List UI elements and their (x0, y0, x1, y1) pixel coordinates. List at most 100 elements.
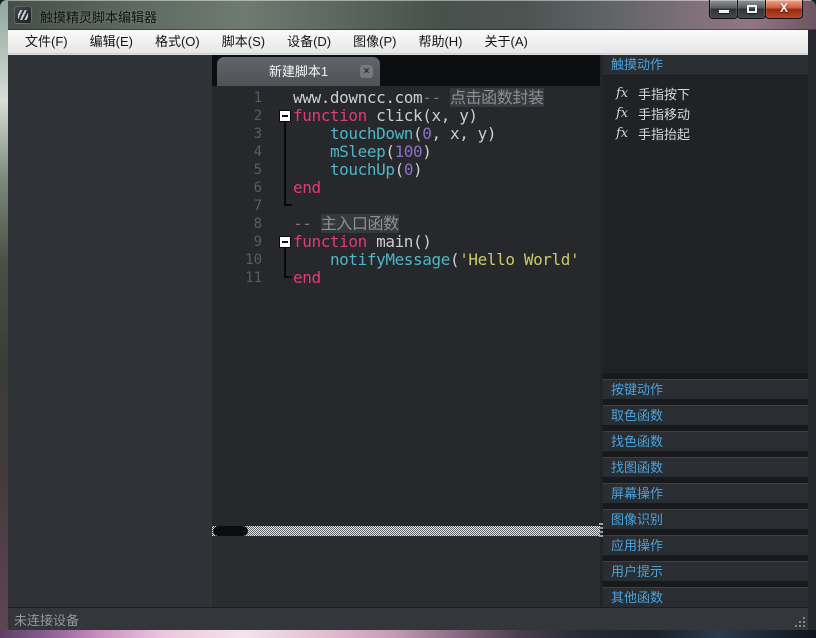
code-line-6[interactable]: 6 end (212, 179, 600, 197)
tab-close-icon[interactable]: × (360, 65, 373, 78)
sidebar-panel-header-2[interactable]: 找色函数 (603, 431, 808, 451)
menu-item-6[interactable]: 帮助(H) (407, 30, 473, 53)
function-fx-icon: fx (616, 126, 638, 141)
code-area[interactable]: 1www.downcc.com-- 点击函数封装2 function click(… (212, 86, 600, 524)
resize-grip-icon[interactable] (803, 625, 805, 627)
token-plain: click(x, y) (367, 106, 478, 125)
menu-item-0[interactable]: 文件(F) (14, 30, 79, 53)
sidebar-function-item-2[interactable]: fx手指抬起 (603, 123, 808, 143)
token-number: 0 (404, 160, 413, 179)
function-item-label: 手指移动 (638, 104, 690, 123)
token-plain (293, 142, 330, 161)
line-number: 4 (212, 144, 278, 160)
line-number: 5 (212, 162, 278, 178)
minimize-button[interactable] (709, 0, 738, 19)
close-button[interactable]: X (765, 0, 803, 19)
main-content: 新建脚本1 × 1www.downcc.com-- 点击函数封装2 functio… (8, 54, 808, 607)
line-number: 2 (212, 108, 278, 124)
code-line-3[interactable]: 3 touchDown(0, x, y) (212, 125, 600, 143)
menu-item-7[interactable]: 关于(A) (474, 30, 539, 53)
status-text: 未连接设备 (8, 610, 79, 629)
menu-item-1[interactable]: 编辑(E) (79, 30, 144, 53)
minimize-icon (719, 10, 729, 13)
menu-item-5[interactable]: 图像(P) (342, 30, 407, 53)
line-number: 8 (212, 216, 278, 232)
sidebar-panel-header-1[interactable]: 取色函数 (603, 405, 808, 425)
code-text: end (293, 269, 321, 287)
titlebar[interactable]: 触摸精灵脚本编辑器 X (0, 0, 816, 30)
fold-margin (278, 179, 293, 197)
splitter-grip-icon (599, 523, 603, 537)
fold-margin (278, 125, 293, 143)
sidebar-panel-header-0[interactable]: 按键动作 (603, 379, 808, 399)
code-line-4[interactable]: 4 mSleep(100) (212, 143, 600, 161)
sidebar-panel-header-8[interactable]: 其他函数 (603, 587, 808, 607)
project-panel[interactable] (8, 55, 212, 607)
token-plain: ( (385, 142, 394, 161)
function-item-label: 手指抬起 (638, 124, 690, 143)
code-editor: 新建脚本1 × 1www.downcc.com-- 点击函数封装2 functio… (212, 55, 600, 607)
code-text: function main() (293, 233, 432, 251)
code-line-10[interactable]: 10 notifyMessage('Hello World' (212, 251, 600, 269)
sidebar-panel-header-3[interactable]: 找图函数 (603, 457, 808, 477)
fold-collapse-icon[interactable] (278, 107, 293, 125)
token-func: touchUp (330, 160, 395, 179)
token-plain: ( (413, 124, 422, 143)
code-line-2[interactable]: 2 function click(x, y) (212, 107, 600, 125)
statusbar: 未连接设备 (8, 607, 808, 630)
code-line-8[interactable]: 8-- 主入口函数 (212, 215, 600, 233)
editor-bottom-filler (212, 536, 600, 607)
sidebar-panel-header-5[interactable]: 图像识别 (603, 509, 808, 529)
fold-margin (278, 197, 293, 215)
sidebar-panel-header-4[interactable]: 屏幕操作 (603, 483, 808, 503)
fold-margin (278, 161, 293, 179)
maximize-icon (747, 5, 757, 13)
code-text: touchUp(0) (293, 161, 422, 179)
token-plain: ( (395, 160, 404, 179)
tab-script[interactable]: 新建脚本1 × (217, 57, 380, 86)
line-number: 3 (212, 126, 278, 142)
token-string: 'Hello World' (459, 250, 579, 269)
token-func: notifyMessage (330, 250, 450, 269)
function-sidebar: 触摸动作 fx手指按下fx手指移动fx手指抬起 按键动作取色函数找色函数找图函数… (603, 55, 808, 607)
app-window: 触摸精灵脚本编辑器 X 文件(F)编辑(E)格式(O)脚本(S)设备(D)图像(… (0, 0, 816, 638)
fold-collapse-icon[interactable] (278, 233, 293, 251)
panel-splitter[interactable] (600, 55, 603, 607)
code-line-9[interactable]: 9function main() (212, 233, 600, 251)
code-line-5[interactable]: 5 touchUp(0) (212, 161, 600, 179)
token-plain (293, 250, 330, 269)
menubar: 文件(F)编辑(E)格式(O)脚本(S)设备(D)图像(P)帮助(H)关于(A) (8, 30, 808, 54)
code-text: notifyMessage('Hello World' (293, 251, 579, 269)
fold-margin (278, 215, 293, 233)
sidebar-panel-header-7[interactable]: 用户提示 (603, 561, 808, 581)
code-line-1[interactable]: 1www.downcc.com-- 点击函数封装 (212, 89, 600, 107)
maximize-button[interactable] (737, 0, 766, 19)
window-border-bottom (0, 630, 816, 638)
code-text: end (293, 179, 321, 197)
menu-item-2[interactable]: 格式(O) (144, 30, 211, 53)
token-plain: www.downcc.com (293, 88, 422, 107)
function-fx-icon: fx (616, 106, 638, 121)
function-fx-icon: fx (616, 86, 638, 101)
token-keyword: function (293, 232, 367, 251)
fold-minus-box-icon[interactable] (279, 236, 291, 248)
token-number: 0 (422, 124, 431, 143)
fold-minus-box-icon[interactable] (279, 110, 291, 122)
sidebar-function-item-0[interactable]: fx手指按下 (603, 83, 808, 103)
code-line-11[interactable]: 11end (212, 269, 600, 287)
token-plain: ) (422, 142, 431, 161)
menu-item-3[interactable]: 脚本(S) (211, 30, 276, 53)
code-line-7[interactable]: 7 (212, 197, 600, 215)
sidebar-panel-header-6[interactable]: 应用操作 (603, 535, 808, 555)
sidebar-panel-header-touch[interactable]: 触摸动作 (603, 55, 808, 76)
code-text: mSleep(100) (293, 143, 432, 161)
scrollbar-thumb[interactable] (213, 526, 248, 536)
menu-item-4[interactable]: 设备(D) (276, 30, 342, 53)
fold-margin (278, 89, 293, 107)
window-border-right (808, 0, 816, 630)
code-text: function click(x, y) (293, 107, 478, 125)
horizontal-scrollbar[interactable] (212, 526, 600, 536)
line-number: 6 (212, 180, 278, 196)
sidebar-function-item-1[interactable]: fx手指移动 (603, 103, 808, 123)
function-item-label: 手指按下 (638, 84, 690, 103)
